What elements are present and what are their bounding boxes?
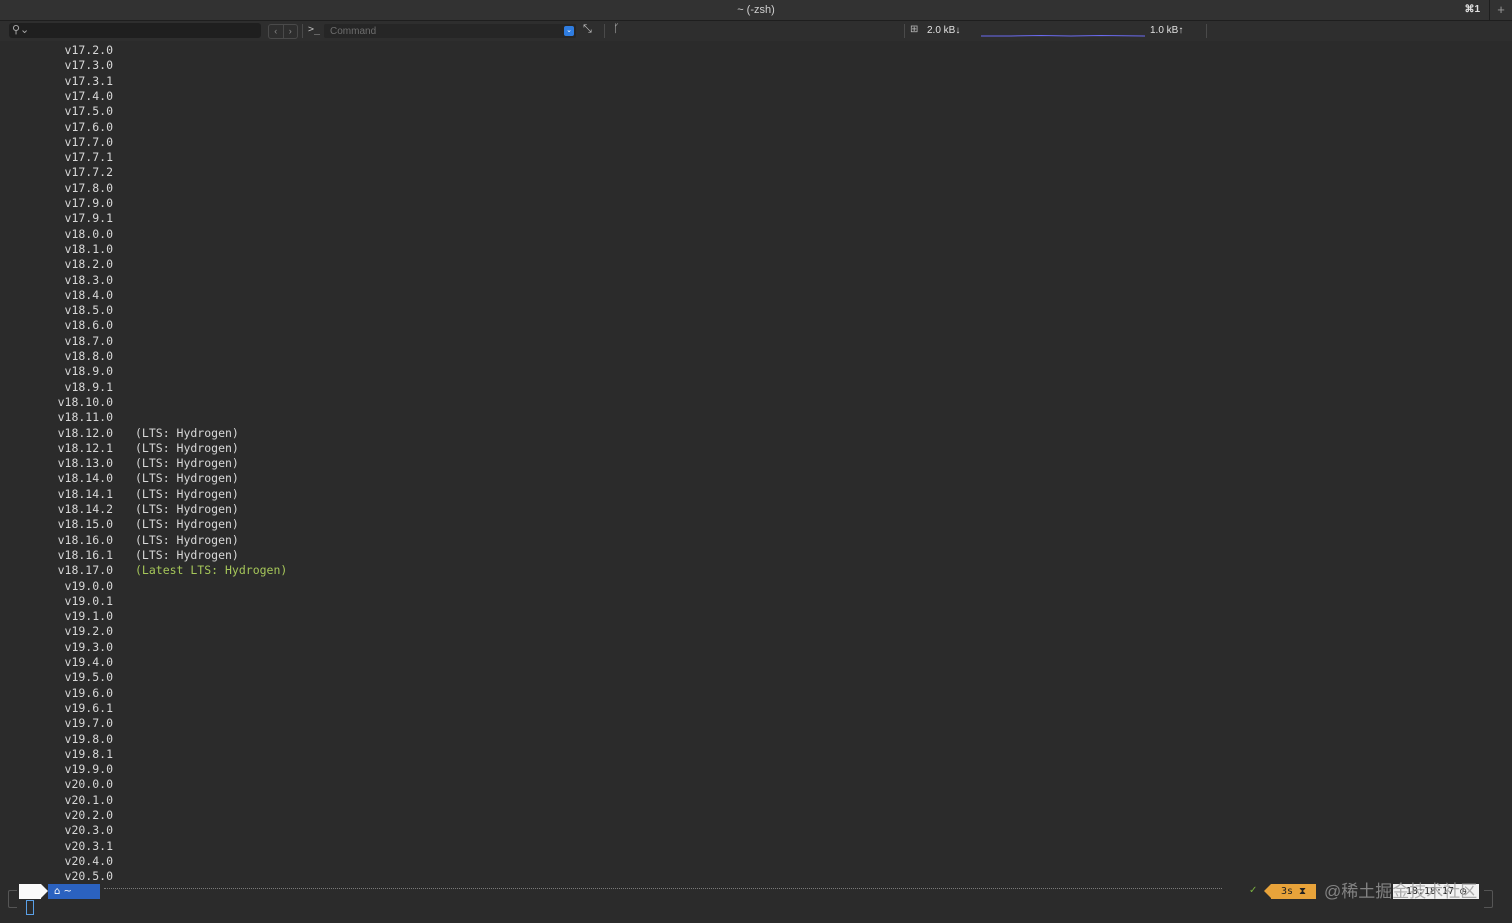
search-input[interactable]: ⚲⌄ <box>9 23 261 38</box>
lts-label: (LTS: Hydrogen) <box>135 532 239 547</box>
forward-icon[interactable]: › <box>284 25 298 38</box>
version-text: v19.2.0 <box>64 624 113 639</box>
text-cursor <box>26 900 34 915</box>
version-text: v17.7.0 <box>64 134 113 149</box>
command-input[interactable] <box>330 24 560 38</box>
network-icon: ⊞ <box>910 24 919 35</box>
version-text: v18.12.1 <box>57 440 113 455</box>
version-text: v18.13.0 <box>57 456 113 471</box>
prompt-icon: >_ <box>308 24 321 35</box>
version-text: v18.8.0 <box>64 349 113 363</box>
apple-icon <box>19 884 48 899</box>
version-text: v18.14.2 <box>57 502 113 516</box>
version-text: v17.9.0 <box>64 196 113 210</box>
version-text: v19.5.0 <box>64 670 113 685</box>
network-graph <box>981 34 1145 37</box>
toolbar: ⚲⌄ ‹ › >_ ⌄ ⤡ ᚴ ⊞ 2.0 kB↓ 1.0 kB↑ <box>0 21 1512 41</box>
version-text: v19.3.0 <box>64 639 113 654</box>
version-text: v19.7.0 <box>64 716 113 731</box>
version-text: v19.6.1 <box>64 700 113 715</box>
version-text: v19.1.0 <box>64 609 113 624</box>
watermark: @稀土掘金技术社区 <box>1324 882 1478 901</box>
toolbar-divider <box>904 24 905 38</box>
version-text: v18.12.0 <box>57 425 113 440</box>
tab-shortcut-label[interactable]: ⌘1 <box>1464 4 1480 15</box>
version-text: v17.8.0 <box>64 180 113 195</box>
version-text: v17.2.0 <box>64 43 113 57</box>
version-text: v18.6.0 <box>64 318 113 333</box>
terminal-output[interactable]: v17.2.0 v17.3.0 v17.3.1 v17.4.0 v17.5.0 v17.6… <box>0 42 1512 883</box>
version-text: v18.15.0 <box>57 517 113 532</box>
toolbar-divider <box>1206 24 1207 38</box>
version-text: v20.3.0 <box>64 823 113 838</box>
version-text: v17.6.0 <box>64 119 113 134</box>
version-text: v18.16.1 <box>57 547 113 562</box>
version-text: v20.1.0 <box>64 792 113 807</box>
lts-label: (LTS: Hydrogen) <box>135 471 239 486</box>
command-field[interactable]: ⌄ <box>324 24 576 38</box>
version-text: v18.7.0 <box>64 333 113 348</box>
version-text: v20.4.0 <box>64 853 113 868</box>
search-icon[interactable]: ⚲⌄ <box>12 23 29 36</box>
history-nav: ‹ › <box>268 24 298 39</box>
version-text: v18.5.0 <box>64 303 113 318</box>
prompt-line: ⌂ ~ ✓ 3s ⧗ 18:18:17 ◷ @稀土掘金技术社区 <box>0 880 1512 923</box>
prompt-filler <box>104 888 1222 889</box>
toolbar-divider <box>302 24 303 38</box>
network-download-rate: 2.0 kB↓ <box>927 25 961 36</box>
version-text: v19.6.0 <box>64 685 113 700</box>
add-tab-icon[interactable]: + <box>1489 0 1512 20</box>
version-text: v17.3.0 <box>64 58 113 73</box>
lts-label: (LTS: Hydrogen) <box>135 547 239 562</box>
version-text: v20.3.1 <box>64 838 113 853</box>
title-bar: ~ (-zsh) ⌘1 + <box>0 0 1512 21</box>
version-text: v18.11.0 <box>57 410 113 425</box>
command-dropdown-icon[interactable]: ⌄ <box>564 26 574 36</box>
version-text: v19.0.1 <box>64 593 113 608</box>
version-text: v18.0.0 <box>64 226 113 241</box>
version-text: v19.0.0 <box>64 578 113 593</box>
version-text: v17.7.2 <box>64 165 113 180</box>
lts-label: (LTS: Hydrogen) <box>135 456 239 471</box>
version-text: v18.14.0 <box>57 471 113 486</box>
version-text: v17.5.0 <box>64 104 113 119</box>
version-text: v18.2.0 <box>64 257 113 272</box>
version-text: v18.10.0 <box>57 394 113 409</box>
version-text: v17.4.0 <box>64 88 113 103</box>
version-text: v18.14.1 <box>57 486 113 501</box>
lts-label: (LTS: Hydrogen) <box>135 502 239 516</box>
lts-label: (LTS: Hydrogen) <box>135 517 239 532</box>
lts-label: (LTS: Hydrogen) <box>135 440 239 455</box>
version-text: v17.3.1 <box>64 73 113 88</box>
version-text: v19.8.0 <box>64 731 113 746</box>
version-text: v18.9.0 <box>64 364 113 379</box>
prompt-frame-left <box>8 890 17 908</box>
window-title: ~ (-zsh) <box>737 4 775 16</box>
version-text: v18.4.0 <box>64 287 113 302</box>
version-text: v20.2.0 <box>64 808 113 822</box>
prompt-frame-right <box>1484 890 1493 908</box>
network-upload-rate: 1.0 kB↑ <box>1150 25 1184 36</box>
version-text: v19.8.1 <box>64 746 113 761</box>
version-text: v18.1.0 <box>64 241 113 256</box>
version-text: v17.9.1 <box>64 211 113 226</box>
lts-label: (LTS: Hydrogen) <box>135 425 239 440</box>
version-text: v18.17.0 <box>57 563 113 578</box>
lts-label: (LTS: Hydrogen) <box>135 486 239 501</box>
toolbar-divider <box>604 24 605 38</box>
version-text: v18.3.0 <box>64 272 113 287</box>
command-duration: 3s ⧗ <box>1264 884 1316 899</box>
version-text: v20.0.0 <box>64 777 113 792</box>
version-text: v19.9.0 <box>64 762 113 777</box>
branch-icon[interactable]: ᚴ <box>613 23 620 35</box>
latest-lts-label: (Latest LTS: Hydrogen) <box>135 563 288 578</box>
version-text: v19.4.0 <box>64 655 113 669</box>
prompt-directory: ⌂ ~ <box>48 884 100 899</box>
version-text: v18.16.0 <box>57 532 113 547</box>
back-icon[interactable]: ‹ <box>269 25 284 38</box>
status-check-icon: ✓ <box>1249 885 1258 896</box>
version-text: v17.7.1 <box>64 150 113 165</box>
expand-icon[interactable]: ⤡ <box>583 23 592 36</box>
version-text: v18.9.1 <box>64 379 113 394</box>
